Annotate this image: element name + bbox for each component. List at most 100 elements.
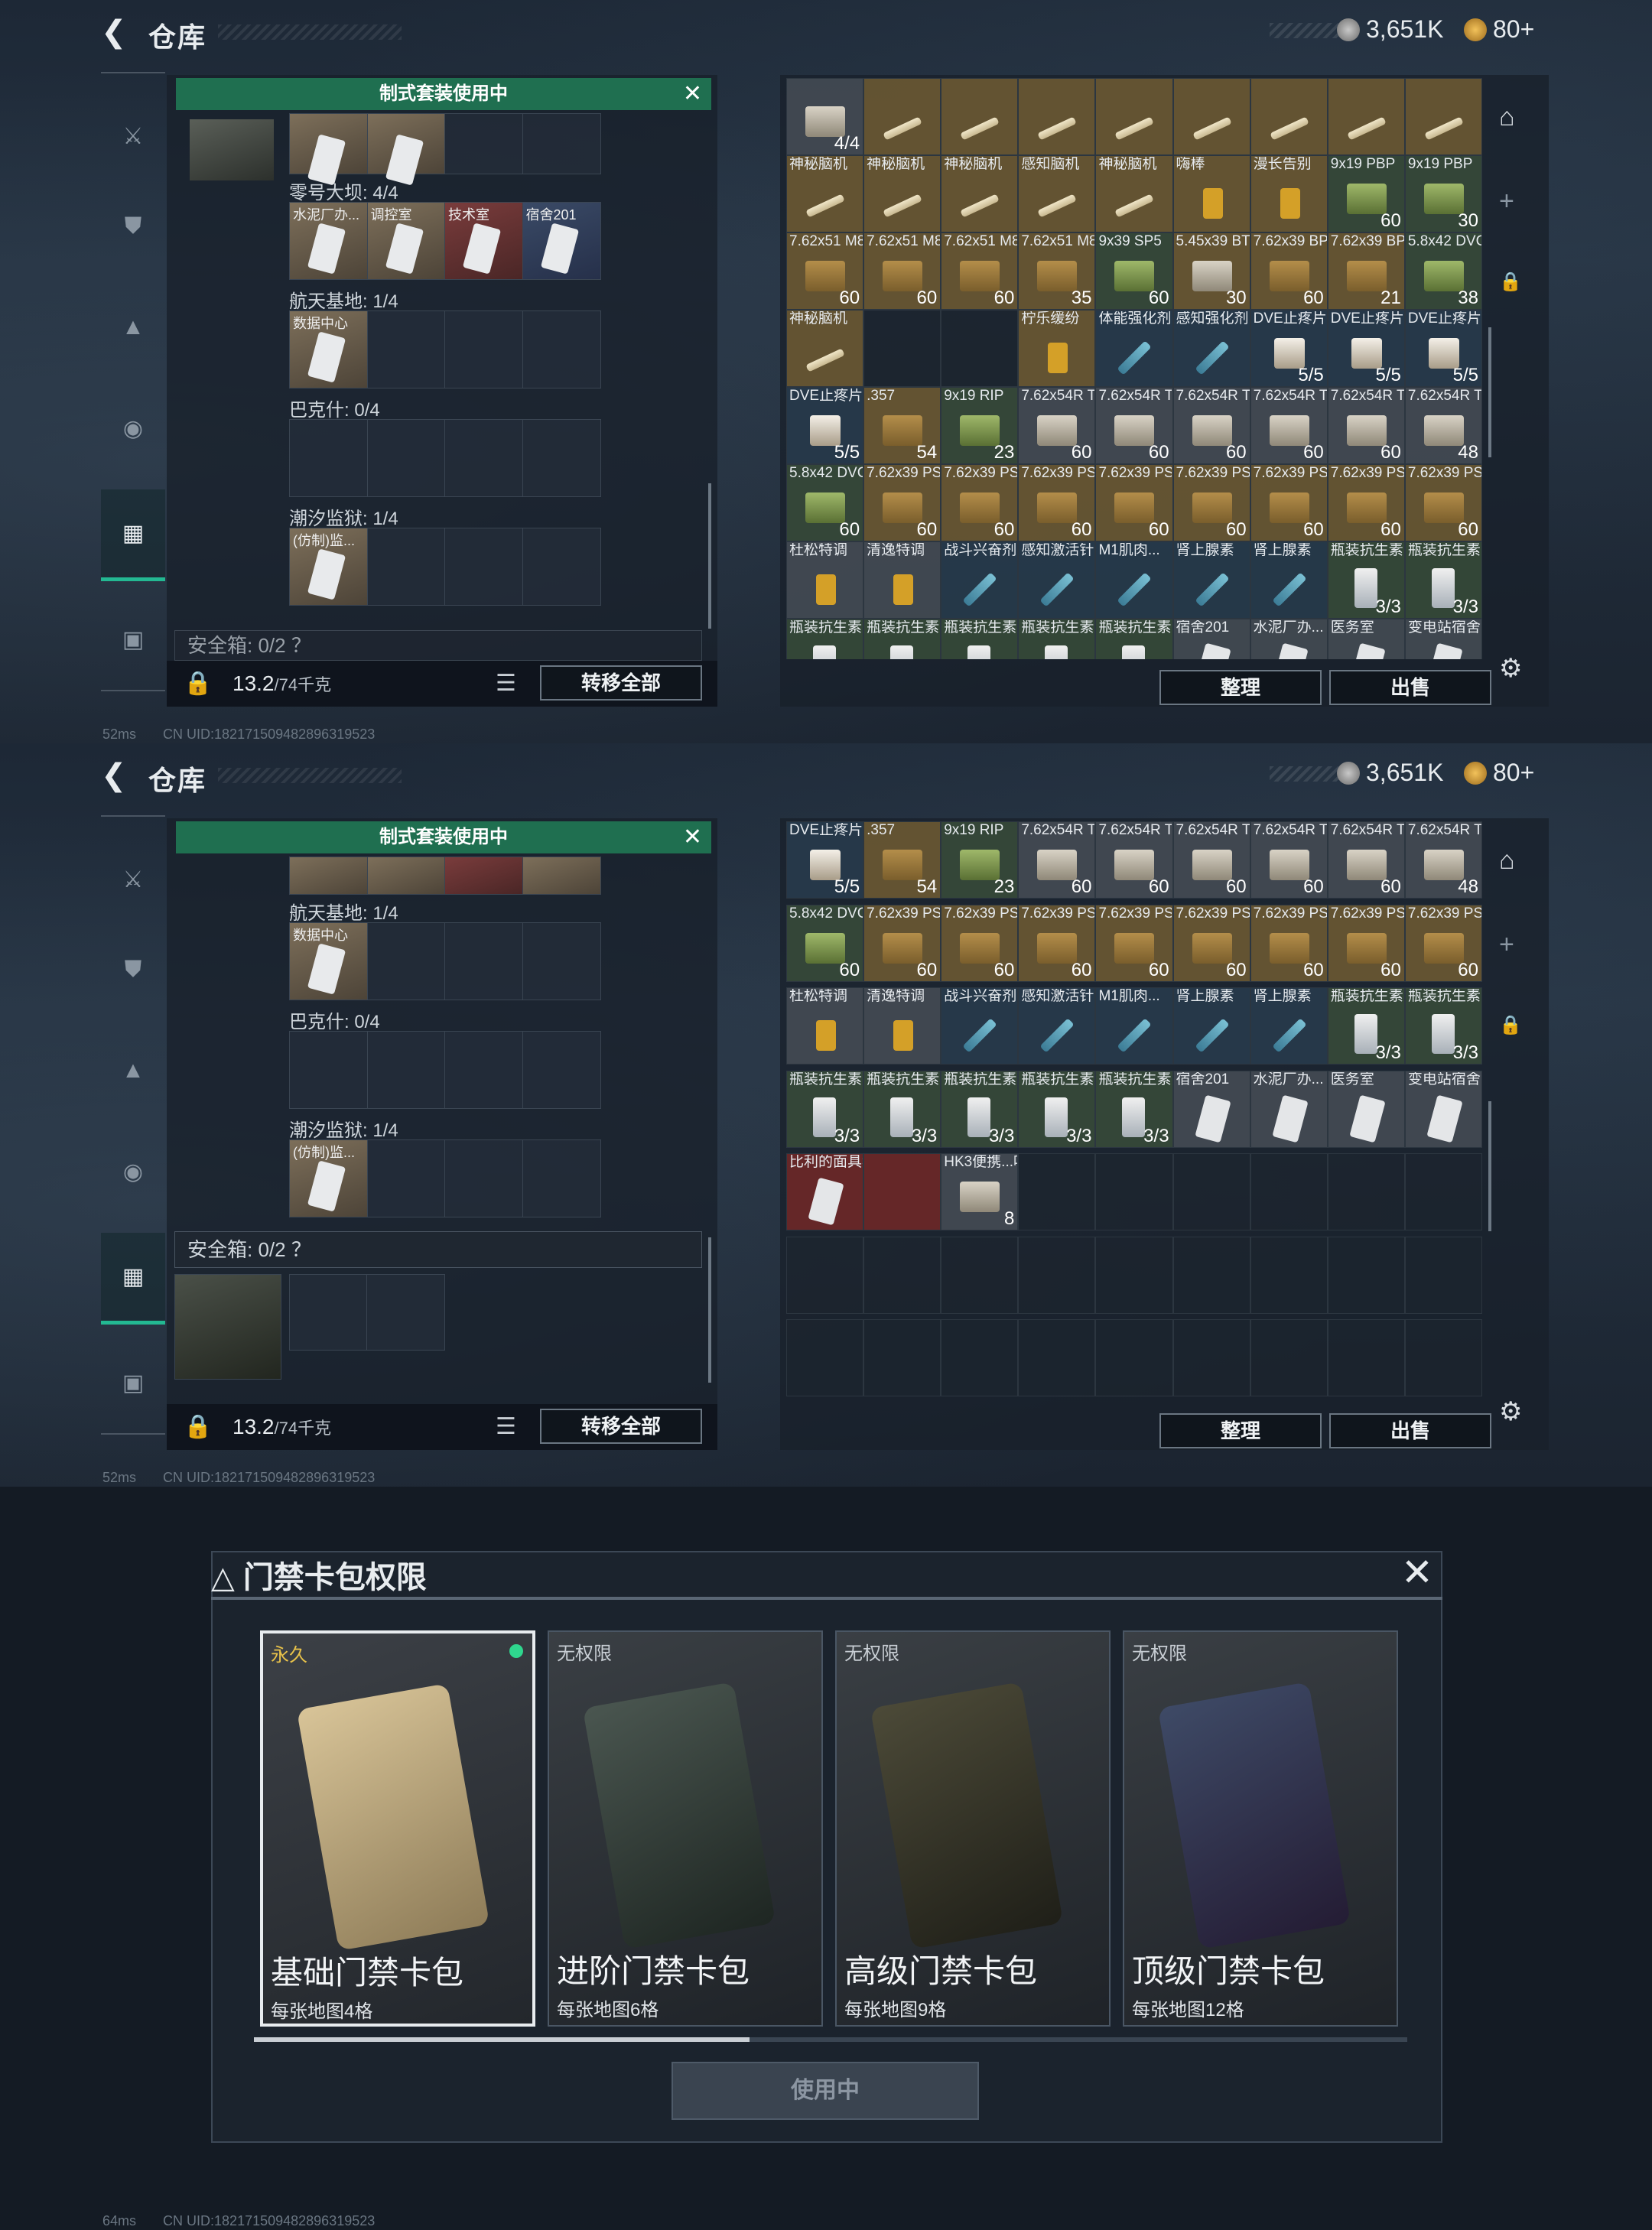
rail-helmet-icon[interactable]: ▲ [101,1025,165,1117]
inventory-item[interactable]: 医务室 [1327,1070,1405,1148]
inventory-item[interactable]: 7.62x39 PS 60 [1250,904,1328,982]
inventory-item[interactable]: 漫长告别 [1250,155,1328,232]
inventory-slot[interactable] [1327,1153,1405,1231]
inventory-item[interactable]: 感知激活针 [1018,987,1096,1065]
gear-icon[interactable]: ⚙ [1499,653,1522,684]
stash-icon[interactable]: ⌂ [1499,846,1515,876]
inventory-item[interactable]: 肾上腺素 [1172,541,1250,619]
list-icon[interactable]: ☰ [496,670,516,697]
inventory-item[interactable]: 7.62x54R T-46M 60 [1250,821,1328,899]
card-slot[interactable]: 数据中心 [290,311,368,388]
inventory-item[interactable]: 柠乐缓纷 [1018,310,1096,387]
cardpack-top[interactable]: 无权限 顶级门禁卡包 每张地图12格 [1123,1630,1398,2027]
inventory-item[interactable]: 瓶装抗生素3/3 [786,619,864,659]
close-icon[interactable]: ✕ [683,821,702,853]
inventory-slot[interactable] [863,1319,941,1397]
inventory-item[interactable]: 清逸特调 [863,541,941,619]
inventory-item[interactable]: 7.62x39 PS 60 [1018,464,1096,541]
inventory-item[interactable]: 体能强化剂 [1095,310,1173,387]
inventory-slot[interactable] [1095,1236,1173,1314]
inventory-item[interactable]: 9x19 RIP 23 [941,387,1019,464]
inventory-slot[interactable] [1018,1236,1096,1314]
inventory-slot[interactable] [863,1236,941,1314]
inventory-item[interactable]: 瓶装抗生素3/3 [1327,541,1405,619]
lock-icon[interactable]: 🔒 [1499,1014,1522,1036]
inventory-item[interactable]: 神秘脑机 [786,155,864,232]
inventory-item[interactable]: 7.62x54R T-46M 48 [1404,821,1482,899]
card-slot[interactable]: 宿舍201 [522,203,600,279]
inventory-item[interactable]: 7.62x39 PS 60 [1095,904,1173,982]
inventory-item[interactable]: 肾上腺素 [1250,541,1328,619]
inventory-item[interactable]: 变电站宿舍 [1404,1070,1482,1148]
inventory-item[interactable]: 战斗兴奋剂 [941,987,1019,1065]
inventory-item[interactable]: 杜松特调 [786,541,864,619]
back-icon[interactable]: ❮ [101,15,132,49]
inventory-item[interactable]: 战斗兴奋剂 [941,541,1019,619]
inventory-item[interactable]: 瓶装抗生素3/3 [863,619,941,659]
inventory-item[interactable]: 7.62x39 PS 60 [1172,904,1250,982]
lock-icon[interactable]: 🔒 [184,1413,212,1440]
inventory-item[interactable]: 感知激活针 [1018,541,1096,619]
rail-weapon-icon[interactable]: ⚔ [101,90,165,182]
inventory-item[interactable]: 7.62x51 M80 35 [1018,232,1096,310]
inventory-item[interactable]: 瓶装抗生素3/3 [941,619,1019,659]
inventory-item[interactable]: DVE止疼片 5/5 [1327,310,1405,387]
inventory-slot[interactable] [1404,78,1482,155]
sort-button[interactable]: 整理 [1159,1413,1322,1448]
inventory-slot[interactable] [863,310,941,387]
inventory-slot[interactable] [1327,78,1405,155]
inventory-slot[interactable] [1172,1319,1250,1397]
inventory-slot[interactable] [941,310,1019,387]
inventory-item[interactable]: 7.62x39 PS 60 [1327,464,1405,541]
transfer-all-button[interactable]: 转移全部 [540,665,702,701]
inventory-item[interactable]: 嗨棒 [1172,155,1250,232]
inventory-item[interactable]: 7.62x51 M80 60 [786,232,864,310]
rail-backpack-icon[interactable]: ◉ [101,382,165,474]
inventory-item[interactable]: 瓶装抗生素3/3 [1327,987,1405,1065]
sell-button[interactable]: 出售 [1329,1413,1491,1448]
inventory-slot[interactable] [1172,1236,1250,1314]
inventory-item[interactable]: 9x19 PBP 30 [1404,155,1482,232]
inventory-item[interactable]: 感知强化剂 [1172,310,1250,387]
inventory-item[interactable]: .357 54 [863,821,941,899]
inventory-item[interactable]: 神秘脑机 [1095,155,1173,232]
inventory-item[interactable]: 7.62x54R T-46M 60 [1018,821,1096,899]
inventory-item[interactable]: 水泥厂办... [1250,1070,1328,1148]
inventory-item[interactable]: 9x39 SP5 60 [1095,232,1173,310]
inventory-slot[interactable] [1327,1319,1405,1397]
inventory-slot[interactable] [941,1319,1019,1397]
inventory-item[interactable]: 清逸特调 [863,987,941,1065]
cardpack-basic[interactable]: 永久 基础门禁卡包 每张地图4格 [260,1630,535,2027]
inventory-item[interactable]: 5.8x42 DVC 60 [786,904,864,982]
inventory-item[interactable]: 宿舍201 [1172,1070,1250,1148]
card-slot[interactable]: (仿制)监... [290,528,368,605]
inventory-slot[interactable] [1172,1153,1250,1231]
inventory-item[interactable]: M1肌肉... [1095,541,1173,619]
inventory-item[interactable]: 7.62x39 PS 60 [863,904,941,982]
rail-weapon-icon[interactable]: ⚔ [101,834,165,925]
sell-button[interactable]: 出售 [1329,670,1491,705]
inventory-item[interactable]: 7.62x54R T-46M 60 [1172,821,1250,899]
rail-cardpack-icon[interactable]: ▦ [101,489,165,581]
rail-backpack-icon[interactable]: ◉ [101,1126,165,1217]
inventory-slot[interactable] [1250,1153,1328,1231]
card-slot[interactable]: (仿制)监... [290,1140,368,1217]
inventory-item[interactable]: 7.62x39 PS 60 [941,904,1019,982]
inventory-item[interactable]: 5.8x42 DVC 38 [1404,232,1482,310]
inventory-item[interactable]: 7.62x54R T-46M 60 [1250,387,1328,464]
inventory-item[interactable]: 瓶装抗生素3/3 [1095,1070,1173,1148]
inventory-item[interactable]: DVE止疼片 5/5 [786,821,864,899]
inventory-item[interactable]: 瓶装抗生素3/3 [941,1070,1019,1148]
inventory-slot[interactable] [1018,78,1096,155]
inventory-slot[interactable] [1250,1319,1328,1397]
inventory-slot[interactable] [1250,78,1328,155]
list-icon[interactable]: ☰ [496,1413,516,1440]
inventory-slot[interactable] [1404,1319,1482,1397]
inventory-slot[interactable] [1095,78,1173,155]
rail-armor-icon[interactable]: ⛊ [101,180,165,272]
inventory-item[interactable]: 医务室 [1327,619,1405,659]
rail-helmet-icon[interactable]: ▲ [101,281,165,373]
inventory-slot[interactable] [1018,1153,1096,1231]
cardpack-high[interactable]: 无权限 高级门禁卡包 每张地图9格 [835,1630,1111,2027]
inventory-item[interactable]: 7.62x54R T-46M 60 [1327,387,1405,464]
